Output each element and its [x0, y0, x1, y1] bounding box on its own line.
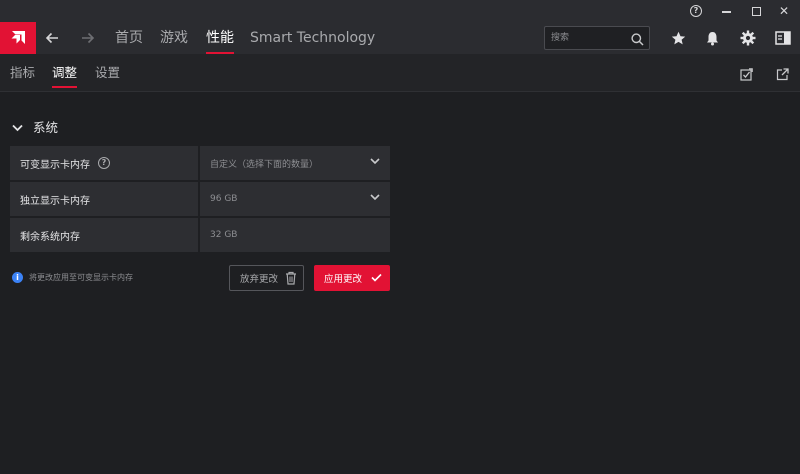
help-icon[interactable]: ? — [688, 3, 704, 19]
trash-icon — [285, 271, 297, 288]
row-label: 独立显示卡内存 — [20, 195, 90, 207]
row-label-cell: 可变显示卡内存 ? — [10, 146, 198, 180]
row-label: 剩余系统内存 — [20, 231, 80, 243]
settings-table: 可变显示卡内存 ? 自定义（选择下面的数量） 独立显示卡内存 96 GB 剩余系… — [10, 146, 390, 254]
system-section-header[interactable]: 系统 — [12, 116, 58, 136]
chevron-down-icon[interactable] — [370, 158, 380, 168]
back-arrow-icon[interactable] — [42, 28, 62, 48]
info-note: i 将更改应用至可变显示卡内存 — [12, 272, 133, 283]
apply-changes-button[interactable]: 应用更改 — [314, 265, 390, 291]
amd-logo-icon[interactable] — [0, 22, 36, 54]
close-icon[interactable]: ✕ — [776, 3, 792, 19]
discard-changes-button[interactable]: 放弃更改 — [229, 265, 304, 291]
variable-vram-dropdown[interactable]: 自定义（选择下面的数量） — [200, 146, 390, 180]
table-row: 独立显示卡内存 96 GB — [10, 182, 390, 216]
search-box — [544, 26, 650, 50]
row-label-cell: 独立显示卡内存 — [10, 182, 198, 216]
row-label-cell: 剩余系统内存 — [10, 218, 198, 252]
tab-home[interactable]: 首页 — [115, 22, 143, 54]
search-icon[interactable] — [631, 31, 644, 50]
bell-icon[interactable] — [702, 28, 722, 48]
table-row: 剩余系统内存 32 GB — [10, 218, 390, 252]
tab-performance[interactable]: 性能 — [206, 22, 234, 54]
info-icon: i — [12, 272, 23, 283]
apply-label: 应用更改 — [324, 274, 363, 285]
sidebar-panel-icon[interactable] — [773, 28, 793, 48]
help-glyph: ? — [690, 5, 702, 17]
main-nav: 首页 游戏 性能 Smart Technology — [0, 22, 800, 54]
help-icon[interactable]: ? — [98, 157, 110, 169]
window-titlebar: ? ✕ — [0, 0, 800, 22]
section-title: 系统 — [33, 119, 59, 135]
export-icon[interactable] — [776, 66, 790, 81]
tab-smart-technology[interactable]: Smart Technology — [250, 22, 375, 54]
forward-arrow-icon[interactable] — [78, 28, 98, 48]
remaining-memory-value: 32 GB — [200, 218, 390, 252]
tab-tuning[interactable]: 调整 — [52, 54, 78, 91]
tab-metrics[interactable]: 指标 — [10, 54, 35, 91]
chevron-down-icon[interactable] — [12, 117, 23, 136]
edit-check-icon[interactable] — [740, 66, 754, 81]
star-icon[interactable] — [668, 28, 688, 48]
info-note-text: 将更改应用至可变显示卡内存 — [29, 273, 133, 282]
row-value: 96 GB — [210, 194, 238, 204]
sub-nav: 指标 调整 设置 — [0, 54, 800, 92]
chevron-down-icon[interactable] — [370, 194, 380, 204]
check-icon — [371, 273, 382, 285]
minimize-icon[interactable] — [718, 3, 734, 19]
search-input[interactable] — [551, 30, 631, 46]
table-row: 可变显示卡内存 ? 自定义（选择下面的数量） — [10, 146, 390, 180]
tab-settings[interactable]: 设置 — [95, 54, 120, 91]
tab-games[interactable]: 游戏 — [160, 22, 188, 54]
maximize-icon[interactable] — [748, 3, 764, 19]
dedicated-vram-dropdown[interactable]: 96 GB — [200, 182, 390, 216]
discard-label: 放弃更改 — [240, 274, 279, 285]
row-value: 自定义（选择下面的数量） — [210, 159, 319, 170]
row-label: 可变显示卡内存 — [20, 159, 90, 171]
gear-icon[interactable] — [738, 28, 758, 48]
row-value: 32 GB — [210, 230, 238, 240]
